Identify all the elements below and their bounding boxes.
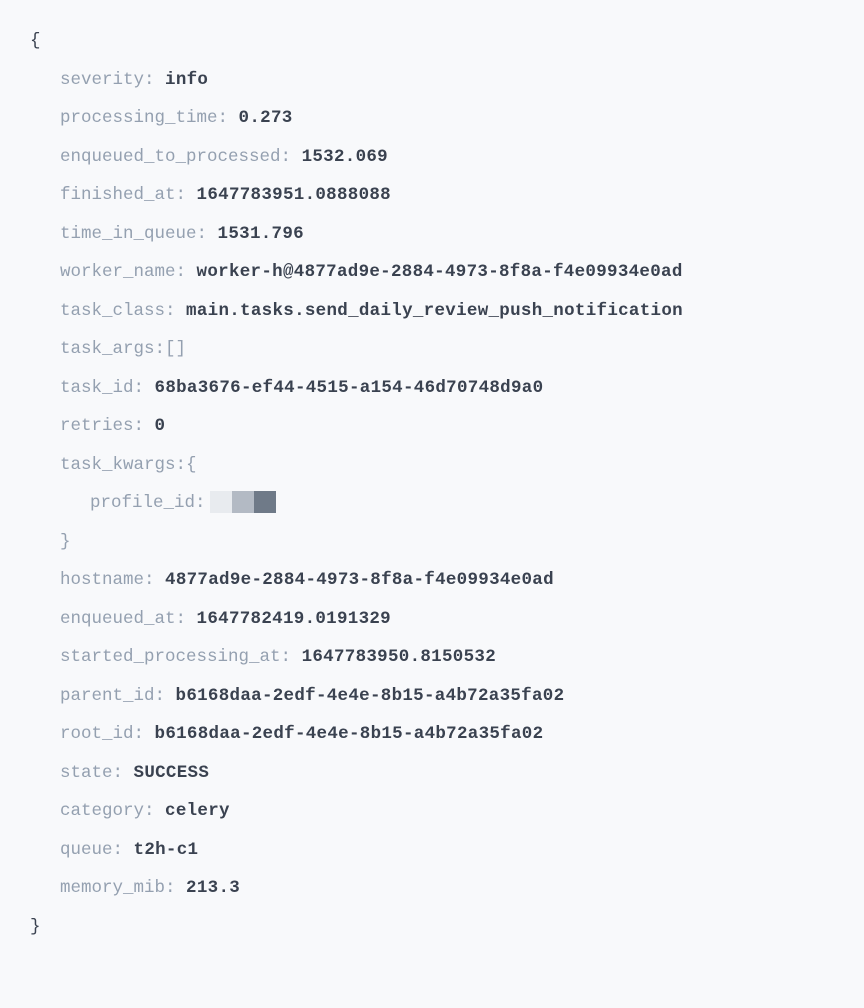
value-category: celery bbox=[165, 801, 230, 821]
value-task-id: 68ba3676-ef44-4515-a154-46d70748d9a0 bbox=[155, 378, 544, 398]
task-args-close-bracket: ] bbox=[176, 339, 187, 359]
colon: : bbox=[134, 378, 155, 398]
entry-task-args: task_args:[] bbox=[30, 330, 834, 369]
key-task-class: task_class bbox=[60, 301, 165, 321]
entry-parent-id: parent_id: b6168daa-2edf-4e4e-8b15-a4b72… bbox=[30, 677, 834, 716]
key-processing-time: processing_time bbox=[60, 108, 218, 128]
entry-state: state: SUCCESS bbox=[30, 754, 834, 793]
colon: : bbox=[144, 70, 165, 90]
entry-started-processing-at: started_processing_at: 1647783950.815053… bbox=[30, 638, 834, 677]
close-brace: } bbox=[30, 908, 834, 947]
colon: : bbox=[134, 724, 155, 744]
colon: : bbox=[165, 301, 186, 321]
entry-enqueued-to-processed: enqueued_to_processed: 1532.069 bbox=[30, 138, 834, 177]
task-kwargs-close-brace: } bbox=[30, 523, 834, 562]
key-enqueued-to-processed: enqueued_to_processed bbox=[60, 147, 281, 167]
open-brace: { bbox=[30, 22, 834, 61]
colon: : bbox=[176, 185, 197, 205]
value-enqueued-to-processed: 1532.069 bbox=[302, 147, 388, 167]
task-args-open-bracket: [ bbox=[165, 339, 176, 359]
value-severity: info bbox=[165, 70, 208, 90]
key-state: state bbox=[60, 763, 113, 783]
value-queue: t2h-c1 bbox=[134, 840, 199, 860]
colon: : bbox=[176, 262, 197, 282]
key-severity: severity bbox=[60, 70, 144, 90]
entry-retries: retries: 0 bbox=[30, 407, 834, 446]
key-enqueued-at: enqueued_at bbox=[60, 609, 176, 629]
entry-root-id: root_id: b6168daa-2edf-4e4e-8b15-a4b72a3… bbox=[30, 715, 834, 754]
value-finished-at: 1647783951.0888088 bbox=[197, 185, 391, 205]
colon: : bbox=[113, 840, 134, 860]
colon: : bbox=[144, 570, 165, 590]
entry-category: category: celery bbox=[30, 792, 834, 831]
value-time-in-queue: 1531.796 bbox=[218, 224, 304, 244]
key-task-args: task_args bbox=[60, 339, 155, 359]
key-hostname: hostname bbox=[60, 570, 144, 590]
colon: : bbox=[281, 647, 302, 667]
colon: : bbox=[195, 493, 206, 513]
key-memory-mib: memory_mib bbox=[60, 878, 165, 898]
entry-task-id: task_id: 68ba3676-ef44-4515-a154-46d7074… bbox=[30, 369, 834, 408]
key-worker-name: worker_name bbox=[60, 262, 176, 282]
entry-time-in-queue: time_in_queue: 1531.796 bbox=[30, 215, 834, 254]
key-time-in-queue: time_in_queue bbox=[60, 224, 197, 244]
key-category: category bbox=[60, 801, 144, 821]
key-started-processing-at: started_processing_at bbox=[60, 647, 281, 667]
entry-severity: severity: info bbox=[30, 61, 834, 100]
value-started-processing-at: 1647783950.8150532 bbox=[302, 647, 496, 667]
colon: : bbox=[113, 763, 134, 783]
key-root-id: root_id bbox=[60, 724, 134, 744]
value-hostname: 4877ad9e-2884-4973-8f8a-f4e09934e0ad bbox=[165, 570, 554, 590]
value-state: SUCCESS bbox=[134, 763, 210, 783]
value-task-class: main.tasks.send_daily_review_push_notifi… bbox=[186, 301, 683, 321]
entry-processing-time: processing_time: 0.273 bbox=[30, 99, 834, 138]
key-queue: queue bbox=[60, 840, 113, 860]
value-memory-mib: 213.3 bbox=[186, 878, 240, 898]
key-finished-at: finished_at bbox=[60, 185, 176, 205]
key-task-id: task_id bbox=[60, 378, 134, 398]
value-root-id: b6168daa-2edf-4e4e-8b15-a4b72a35fa02 bbox=[155, 724, 544, 744]
value-retries: 0 bbox=[155, 416, 166, 436]
key-profile-id: profile_id bbox=[90, 493, 195, 513]
entry-memory-mib: memory_mib: 213.3 bbox=[30, 869, 834, 908]
value-enqueued-at: 1647782419.0191329 bbox=[197, 609, 391, 629]
colon: : bbox=[281, 147, 302, 167]
entry-finished-at: finished_at: 1647783951.0888088 bbox=[30, 176, 834, 215]
colon: : bbox=[144, 801, 165, 821]
entry-queue: queue: t2h-c1 bbox=[30, 831, 834, 870]
key-task-kwargs: task_kwargs bbox=[60, 455, 176, 475]
task-kwargs-open-brace: { bbox=[186, 455, 197, 475]
entry-worker-name: worker_name: worker-h@4877ad9e-2884-4973… bbox=[30, 253, 834, 292]
key-retries: retries bbox=[60, 416, 134, 436]
colon: : bbox=[165, 878, 186, 898]
colon: : bbox=[155, 339, 166, 359]
value-worker-name: worker-h@4877ad9e-2884-4973-8f8a-f4e0993… bbox=[197, 262, 683, 282]
colon: : bbox=[176, 609, 197, 629]
colon: : bbox=[218, 108, 239, 128]
entry-task-class: task_class: main.tasks.send_daily_review… bbox=[30, 292, 834, 331]
entry-profile-id: profile_id: bbox=[30, 484, 834, 523]
log-json-block: { severity: info processing_time: 0.273 … bbox=[0, 0, 864, 968]
entry-enqueued-at: enqueued_at: 1647782419.0191329 bbox=[30, 600, 834, 639]
colon: : bbox=[134, 416, 155, 436]
value-parent-id: b6168daa-2edf-4e4e-8b15-a4b72a35fa02 bbox=[176, 686, 565, 706]
colon: : bbox=[176, 455, 187, 475]
colon: : bbox=[197, 224, 218, 244]
entry-task-kwargs: task_kwargs:{ bbox=[30, 446, 834, 485]
value-processing-time: 0.273 bbox=[239, 108, 293, 128]
colon: : bbox=[155, 686, 176, 706]
key-parent-id: parent_id bbox=[60, 686, 155, 706]
entry-hostname: hostname: 4877ad9e-2884-4973-8f8a-f4e099… bbox=[30, 561, 834, 600]
redacted-value bbox=[210, 491, 276, 513]
